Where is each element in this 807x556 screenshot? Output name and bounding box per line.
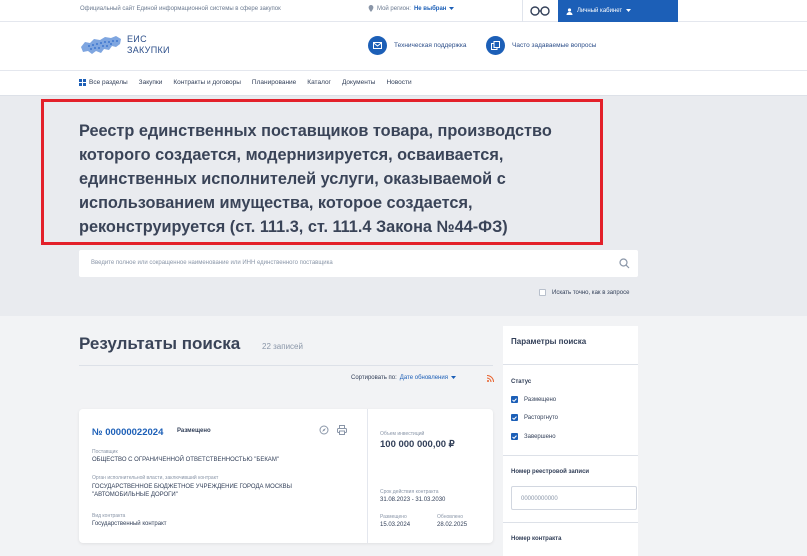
nav-label: Закупки [138, 79, 163, 86]
nav-item-all-sections[interactable]: Все разделы [79, 79, 128, 86]
nav-item-zakupki[interactable]: Закупки [139, 79, 163, 86]
region-value[interactable]: Не выбран [414, 6, 446, 12]
nav-label: Каталог [307, 79, 331, 86]
print-icon[interactable] [337, 425, 347, 435]
divider [503, 522, 638, 523]
search-icon[interactable] [619, 258, 630, 269]
registry-number-link[interactable]: № 00000022024 [92, 427, 163, 438]
org-label: Орган исполнительной власти, заключивший… [92, 475, 219, 481]
term-value: 31.08.2023 - 31.03.2030 [380, 497, 446, 503]
copy-pages-icon [486, 36, 505, 55]
site-header: ЕИС ЗАКУПКИ Техническая поддержка Часто … [0, 22, 807, 71]
logo-text: ЕИС ЗАКУПКИ [127, 34, 170, 56]
search-parameters-panel: Параметры поиска Статус Размещено Растор… [503, 326, 638, 556]
sort-control[interactable]: Сортировать по: Дате обновления [351, 375, 456, 381]
faq-link[interactable]: Часто задаваемые вопросы [486, 36, 596, 55]
logo-line-zakupki: ЗАКУПКИ [127, 45, 170, 55]
checkbox-box[interactable] [539, 289, 546, 296]
status-option-label: Завершено [524, 433, 556, 440]
nav-label: Документы [341, 79, 376, 86]
results-title: Результаты поиска [79, 334, 241, 353]
nav-item-contracts[interactable]: Контракты и договоры [173, 79, 241, 86]
contract-type-value: Государственный контракт [92, 521, 167, 527]
chevron-down-icon [626, 9, 632, 12]
official-site-text: Официальный сайт Единой информационной с… [80, 6, 281, 12]
investment-amount: 100 000 000,00 ₽ [380, 439, 455, 450]
accessibility-glasses-icon[interactable] [529, 4, 551, 18]
status-checkbox-terminated[interactable]: Расторгнуто [511, 414, 558, 421]
divider [367, 409, 368, 543]
top-bar: Официальный сайт Единой информационной с… [0, 0, 807, 22]
org-value-line1: ГОСУДАРСТВЕННОЕ БЮДЖЕТНОЕ УЧРЕЖДЕНИЕ ГОР… [92, 484, 292, 490]
nav-item-planning[interactable]: Планирование [252, 79, 296, 86]
search-input[interactable]: Введите полное или сокращенное наименова… [79, 250, 638, 277]
status-checkbox-placed[interactable]: Размещено [511, 396, 556, 403]
checkmark-icon[interactable] [511, 433, 518, 440]
region-label: Мой регион: [377, 5, 411, 12]
exact-search-label: Искать точно, как в запросе [552, 289, 630, 296]
eis-logo[interactable]: ЕИС ЗАКУПКИ [79, 33, 170, 57]
compass-icon[interactable] [319, 425, 329, 435]
org-value-line2: "АВТОМОБИЛЬНЫЕ ДОРОГИ" [92, 492, 178, 498]
divider [79, 365, 493, 366]
status-checkbox-completed[interactable]: Завершено [511, 433, 556, 440]
results-count: 22 записей [262, 342, 303, 351]
supplier-value: ОБЩЕСТВО С ОГРАНИЧЕННОЙ ОТВЕТСТВЕННОСТЬЮ… [92, 457, 279, 463]
contract-number-filter-label: Номер контракта [511, 536, 562, 542]
nav-item-documents[interactable]: Документы [342, 79, 376, 86]
checkmark-icon[interactable] [511, 396, 518, 403]
investment-label: Объем инвестиций [380, 431, 425, 437]
supplier-label: Поставщик [92, 449, 118, 455]
updated-date: 28.02.2025 [437, 522, 468, 528]
contract-type-label: Вид контракта [92, 513, 126, 519]
status-option-label: Размещено [524, 396, 557, 403]
grid-icon [79, 79, 86, 86]
checkmark-icon[interactable] [511, 414, 518, 421]
location-pin-icon [368, 5, 374, 12]
nav-label: Контракты и договоры [173, 79, 241, 86]
divider [522, 0, 523, 22]
nav-item-catalog[interactable]: Каталог [307, 79, 331, 86]
sort-label: Сортировать по: [351, 375, 397, 381]
result-card: № 00000022024 Размещено Поставщик ОБЩЕСТ… [79, 409, 493, 543]
exact-search-checkbox[interactable]: Искать точно, как в запросе [539, 289, 629, 296]
tech-support-label: Техническая поддержка [394, 42, 467, 49]
logo-line-eis: ЕИС [127, 34, 147, 44]
tech-support-link[interactable]: Техническая поддержка [368, 36, 466, 55]
faq-label: Часто задаваемые вопросы [512, 42, 597, 49]
registry-number-filter-label: Номер реестровой записи [511, 469, 590, 475]
divider [503, 364, 638, 365]
nav-label: Все разделы [89, 79, 128, 86]
status-filter-label: Статус [511, 379, 532, 385]
user-icon [566, 7, 573, 15]
nav-label: Планирование [251, 79, 297, 86]
search-parameters-title: Параметры поиска [511, 337, 587, 346]
nav-label: Новости [386, 79, 412, 86]
updated-label: Обновлено [437, 514, 464, 520]
chevron-down-icon [449, 6, 455, 10]
rss-icon[interactable] [487, 375, 494, 382]
personal-cabinet-button[interactable]: Личный кабинет [558, 0, 678, 22]
search-placeholder: Введите полное или сокращенное наименова… [91, 260, 333, 266]
term-label: Срок действия контракта [380, 489, 439, 495]
status-badge: Размещено [177, 428, 211, 434]
placed-label: Размещено [380, 514, 407, 520]
placed-date: 15.03.2024 [380, 522, 411, 528]
registry-number-input[interactable]: 00000000000 [511, 486, 637, 510]
status-option-label: Расторгнуто [524, 414, 559, 421]
mail-icon [368, 36, 387, 55]
page-title: Реестр единственных поставщиков товара, … [79, 122, 552, 236]
main-navigation: Все разделы Закупки Контракты и договоры… [0, 71, 807, 96]
nav-item-news[interactable]: Новости [386, 79, 411, 86]
sort-value[interactable]: Дате обновления [400, 375, 448, 381]
personal-cabinet-label: Личный кабинет [577, 8, 623, 14]
divider [503, 455, 638, 456]
russia-map-logo-icon [81, 36, 121, 54]
chevron-down-icon [450, 376, 456, 379]
region-selector[interactable]: Мой регион: Не выбран [368, 5, 455, 12]
